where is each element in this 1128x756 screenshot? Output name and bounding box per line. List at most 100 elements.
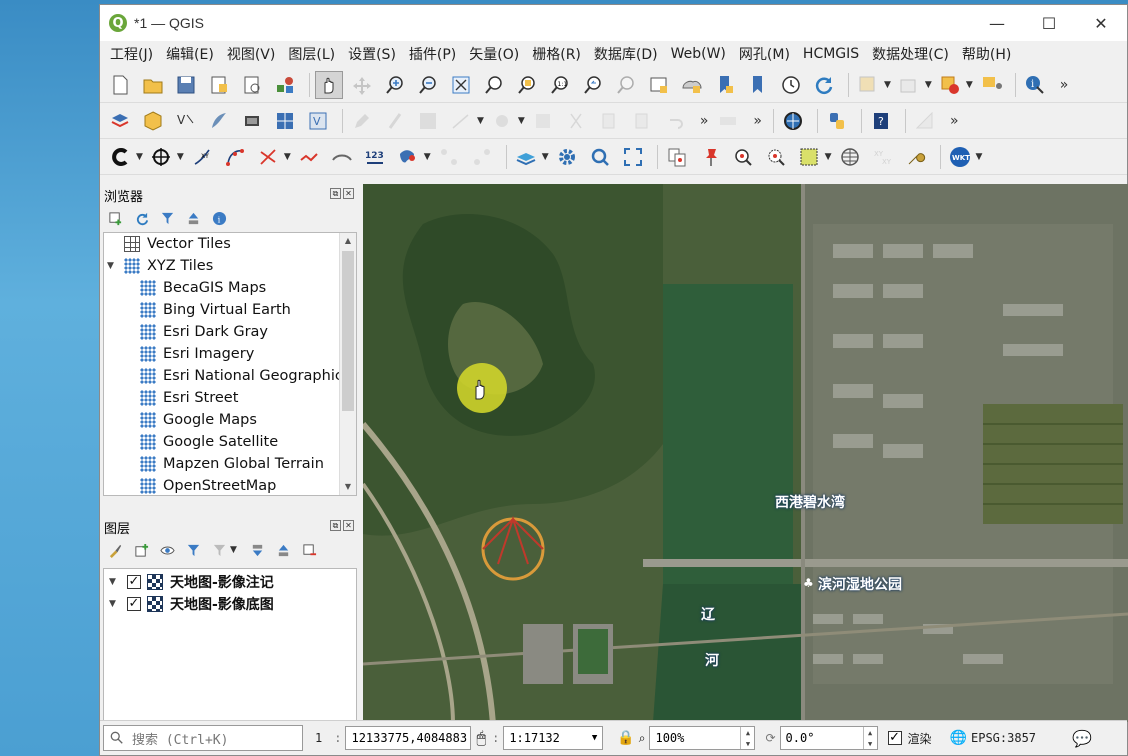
mouse-coordinate-icon[interactable]: 🖱 (476, 728, 486, 748)
tree-item-xyz-source[interactable]: OpenStreetMap (104, 475, 356, 495)
new-print-layout-icon[interactable] (205, 71, 233, 99)
menu-mesh[interactable]: 网孔(M) (739, 44, 790, 64)
filter-legend-icon[interactable] (184, 541, 202, 559)
menu-help[interactable]: 帮助(H) (962, 44, 1011, 64)
menu-processing[interactable]: 数据处理(C) (872, 44, 949, 64)
maximize-button[interactable]: ☐ (1023, 5, 1075, 41)
tree-item-xyz-source[interactable]: Google Satellite (104, 431, 356, 453)
network-tool-2-icon[interactable] (468, 143, 496, 171)
spinbox-arrows-icon[interactable]: ▲ ▼ (740, 727, 754, 749)
zoom-out-icon[interactable] (414, 71, 442, 99)
layout-manager-icon[interactable] (238, 71, 266, 99)
trim-extend-icon[interactable] (295, 143, 323, 171)
pan-map-icon[interactable] (315, 70, 343, 99)
chevron-down-icon[interactable]: ▼ (884, 80, 891, 90)
delete-selected-icon[interactable] (529, 107, 557, 135)
tree-item-xyz-source[interactable]: Bing Virtual Earth (104, 299, 356, 321)
close-panel-icon[interactable]: ✕ (343, 188, 354, 199)
close-panel-icon[interactable]: ✕ (343, 520, 354, 531)
add-group-icon[interactable] (132, 541, 150, 559)
chevron-down-icon[interactable]: ▼ (976, 152, 983, 162)
expand-arrow-icon[interactable]: ▼ (109, 599, 127, 609)
menu-database[interactable]: 数据库(D) (594, 44, 658, 64)
xy-tool-icon[interactable]: XY (188, 143, 216, 171)
menu-view[interactable]: 视图(V) (227, 44, 276, 64)
menu-hcmgis[interactable]: HCMGIS (803, 46, 859, 62)
scroll-down-icon[interactable]: ▼ (340, 479, 356, 495)
new-3d-view-icon[interactable] (678, 71, 706, 99)
xy-convert-icon[interactable]: XY XY (869, 143, 897, 171)
lock-scale-icon[interactable]: 🔒 (617, 730, 634, 746)
zoom-to-coordinate-icon[interactable] (729, 143, 757, 171)
new-bookmark-icon[interactable] (711, 71, 739, 99)
chevron-down-icon[interactable]: ▼ (518, 116, 525, 126)
toggle-editing-icon[interactable] (381, 107, 409, 135)
identify-features-icon[interactable]: i (1021, 71, 1049, 99)
refresh-icon[interactable] (132, 209, 150, 227)
layer-row[interactable]: ▼ ✓ 天地图-影像注记 (104, 571, 356, 593)
menu-vector[interactable]: 矢量(O) (469, 44, 519, 64)
scale-combobox[interactable]: 1:17132 ▼ (503, 726, 604, 750)
zoom-in-icon[interactable] (381, 71, 409, 99)
style-manager-icon[interactable] (271, 71, 299, 99)
cut-features-icon[interactable] (562, 107, 590, 135)
menu-settings[interactable]: 设置(S) (348, 44, 396, 64)
chevron-down-icon[interactable]: ▼ (230, 545, 237, 555)
deselect-features-icon[interactable] (936, 71, 964, 99)
chevron-down-icon[interactable]: ▼ (136, 152, 143, 162)
menu-plugins[interactable]: 插件(P) (409, 44, 456, 64)
new-shapefile-icon[interactable]: V (172, 107, 200, 135)
add-selected-layers-icon[interactable] (106, 209, 124, 227)
network-tool-icon[interactable] (435, 143, 463, 171)
save-edits-icon[interactable] (414, 107, 442, 135)
polygon-tool-icon[interactable] (394, 143, 422, 171)
float-panel-icon[interactable]: ⧉ (330, 520, 341, 531)
copy-features-icon[interactable] (595, 107, 623, 135)
measure-tool-icon[interactable] (911, 107, 939, 135)
expand-arrow-icon[interactable]: ▼ (109, 577, 127, 587)
zoom-native-icon[interactable]: 1:1 (546, 71, 574, 99)
layer-stack-icon[interactable] (512, 143, 540, 171)
menu-raster[interactable]: 栅格(R) (532, 44, 581, 64)
fullscreen-icon[interactable] (619, 143, 647, 171)
chevron-down-icon[interactable]: ▼ (592, 733, 597, 743)
spinbox-arrows-icon[interactable]: ▲ ▼ (862, 727, 877, 749)
settings-gear-icon[interactable] (553, 143, 581, 171)
select-by-value-icon[interactable] (895, 71, 923, 99)
show-bookmarks-icon[interactable] (744, 71, 772, 99)
refresh-icon[interactable] (810, 71, 838, 99)
digitize-line-icon[interactable] (447, 107, 475, 135)
cad-c-icon[interactable] (106, 143, 134, 171)
chevron-down-icon[interactable]: ▼ (825, 152, 832, 162)
scrollbar-thumb[interactable] (342, 251, 354, 411)
collapse-all-icon[interactable] (184, 209, 202, 227)
remove-layer-icon[interactable] (301, 541, 319, 559)
layer-styling-icon[interactable] (106, 541, 124, 559)
curve-tool-icon[interactable] (221, 143, 249, 171)
save-project-icon[interactable] (172, 71, 200, 99)
tree-item-xyz-source[interactable]: Esri Dark Gray (104, 321, 356, 343)
globe-grid-icon[interactable] (836, 143, 864, 171)
info-icon[interactable]: i (210, 209, 228, 227)
pin-icon[interactable] (696, 143, 724, 171)
scroll-up-icon[interactable]: ▲ (340, 233, 356, 249)
new-project-icon[interactable] (106, 71, 134, 99)
layer-row[interactable]: ▼ ✓ 天地图-影像底图 (104, 593, 356, 615)
search-icon[interactable] (586, 143, 614, 171)
tree-item-vector-tiles[interactable]: Vector Tiles (104, 233, 356, 255)
wkt-plugin-icon[interactable]: WKT (946, 143, 974, 171)
menu-web[interactable]: Web(W) (671, 46, 726, 62)
select-location-icon[interactable] (977, 71, 1005, 99)
select-features-icon[interactable] (854, 71, 882, 99)
zoom-to-layer-icon[interactable] (513, 71, 541, 99)
new-geopackage-icon[interactable] (139, 107, 167, 135)
menu-edit[interactable]: 编辑(E) (166, 44, 214, 64)
expanded-arrow-icon[interactable]: ▼ (107, 261, 124, 271)
locator-search-input[interactable]: 搜索 (Ctrl+K) (103, 725, 303, 751)
toolbar-overflow-icon[interactable]: » (1060, 77, 1069, 93)
chevron-down-icon[interactable]: ▼ (177, 152, 184, 162)
crs-globe-icon[interactable]: 🌐 (950, 730, 967, 746)
data-source-manager-icon[interactable] (106, 107, 134, 135)
chevron-down-icon[interactable]: ▼ (284, 152, 291, 162)
temporal-controller-icon[interactable] (777, 71, 805, 99)
